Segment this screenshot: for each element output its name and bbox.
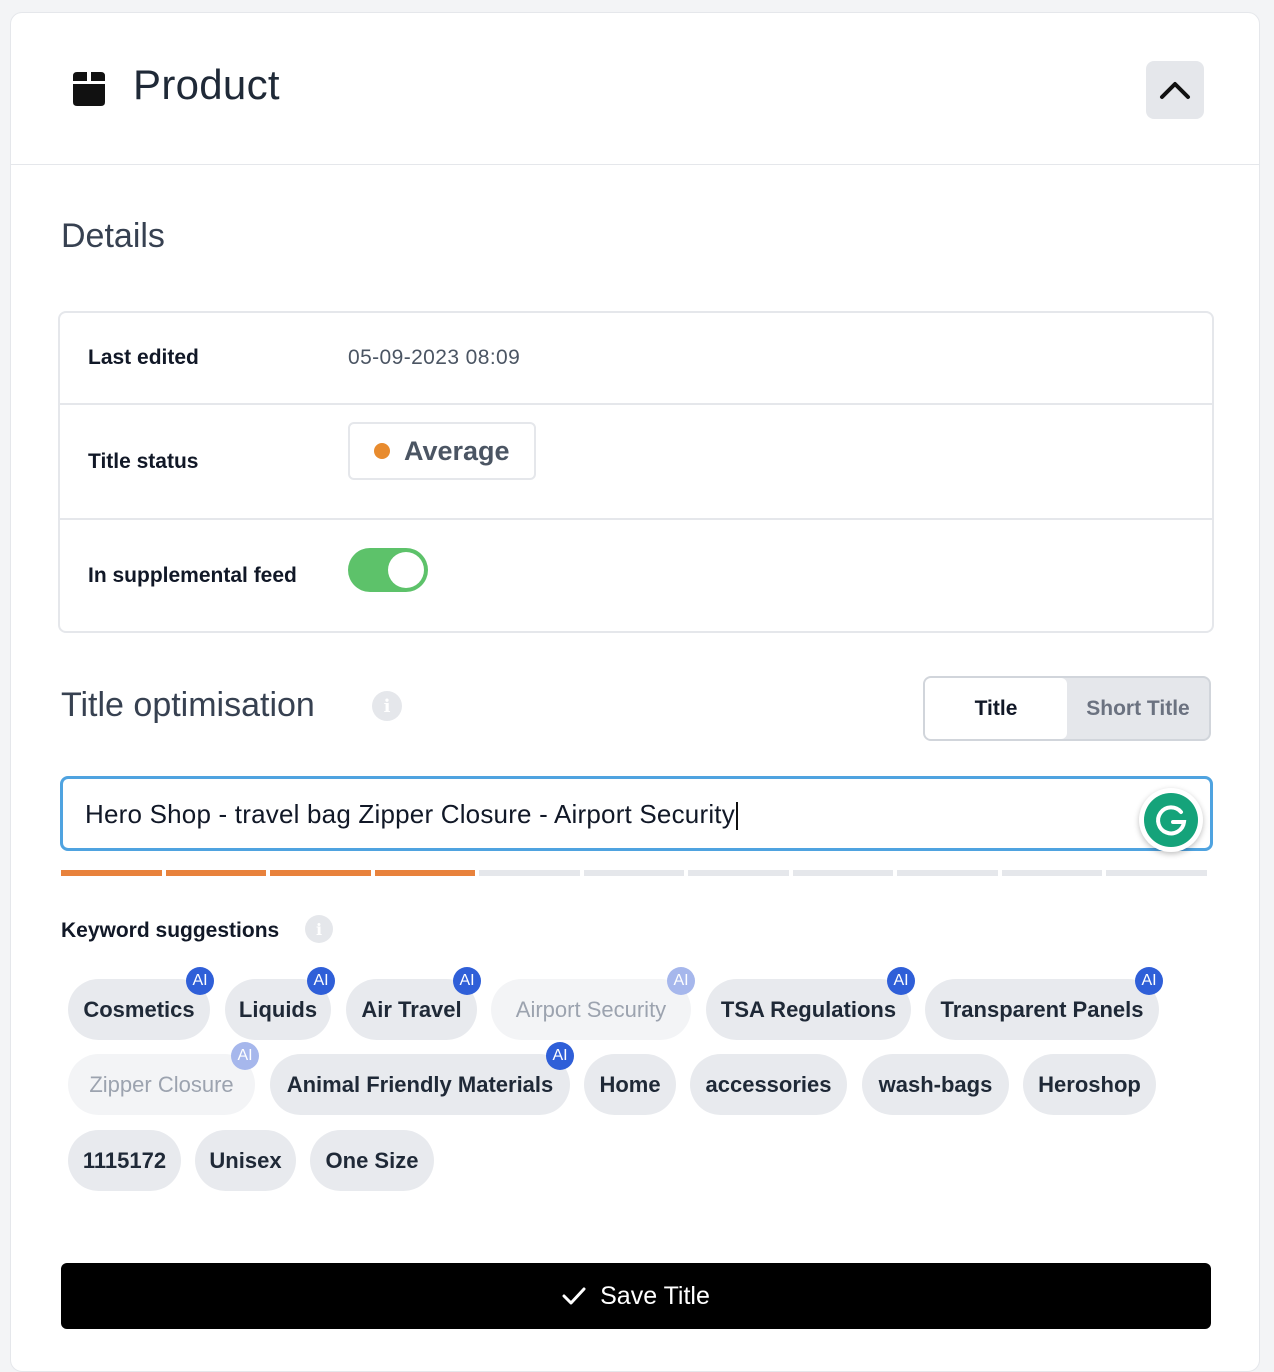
progress-segment xyxy=(792,870,894,876)
tab-short-title[interactable]: Short Title xyxy=(1067,678,1209,739)
check-icon xyxy=(562,1287,586,1305)
ai-badge: AI xyxy=(546,1042,574,1070)
card-header: Product xyxy=(11,13,1259,165)
ai-badge: AI xyxy=(667,967,695,995)
keyword-chip-label: Animal Friendly Materials xyxy=(286,1071,554,1097)
last-edited-value: 05-09-2023 08:09 xyxy=(348,346,521,369)
progress-segment xyxy=(374,870,476,876)
ai-badge: AI xyxy=(186,967,214,995)
progress-segment xyxy=(479,870,580,876)
ai-badge: AI xyxy=(307,967,335,995)
ai-badge: AI xyxy=(453,967,481,995)
keyword-chip-label: Unisex xyxy=(209,1147,282,1173)
progress-segment xyxy=(165,870,267,876)
keyword-chip-label: Cosmetics xyxy=(83,996,195,1022)
title-type-tabs: Title Short Title xyxy=(923,676,1211,741)
keyword-chip-label: 1115172 xyxy=(82,1147,167,1173)
text-caret xyxy=(735,802,738,831)
keyword-chip[interactable]: Heroshop xyxy=(1023,1054,1156,1115)
keyword-chip[interactable]: Animal Friendly Materials AI xyxy=(270,1042,574,1115)
title-input-field[interactable]: Hero Shop - travel bag Zipper Closure - … xyxy=(60,776,1213,851)
progress-segment xyxy=(61,870,162,876)
collapse-button[interactable] xyxy=(1146,61,1204,119)
keyword-chip-label: TSA Regulations xyxy=(720,996,897,1022)
keyword-chip-label: Transparent Panels xyxy=(940,996,1144,1022)
keyword-info-icon[interactable]: i xyxy=(305,915,333,943)
ai-badge: AI xyxy=(1135,967,1163,995)
status-dot xyxy=(374,443,390,459)
keyword-chip-label: Airport Security xyxy=(515,996,667,1022)
keyword-chip[interactable]: Zipper Closure AI xyxy=(68,1042,259,1115)
keyword-chip[interactable]: wash-bags xyxy=(862,1054,1009,1115)
ai-badge: AI xyxy=(231,1042,259,1070)
keyword-chip-label: wash-bags xyxy=(878,1071,993,1097)
save-title-label: Save Title xyxy=(600,1281,710,1310)
keyword-chip[interactable]: Airport Security AI xyxy=(491,967,695,1040)
progress-segment xyxy=(897,870,998,876)
supplemental-row: In supplemental feed xyxy=(60,520,1212,631)
supplemental-toggle[interactable] xyxy=(348,548,428,592)
keyword-chip[interactable]: Air Travel AI xyxy=(346,967,481,1040)
keyword-suggestions-label: Keyword suggestions xyxy=(61,919,280,942)
keyword-chip[interactable]: accessories xyxy=(690,1054,847,1115)
keyword-chip-label: Heroshop xyxy=(1038,1071,1141,1097)
keyword-chip[interactable]: TSA Regulations AI xyxy=(706,967,915,1040)
last-edited-label: Last edited xyxy=(88,346,199,369)
title-input-text: Hero Shop - travel bag Zipper Closure - … xyxy=(85,799,735,829)
keyword-chip-label: Air Travel xyxy=(361,996,462,1022)
keyword-chip-label: Home xyxy=(599,1071,661,1097)
info-icon[interactable]: i xyxy=(372,691,402,721)
title-quality-bar xyxy=(61,870,1208,876)
progress-segment xyxy=(1001,870,1103,876)
progress-segment xyxy=(270,870,371,876)
keyword-chip[interactable]: Home xyxy=(584,1054,676,1115)
last-edited-row: Last edited 05-09-2023 08:09 xyxy=(60,313,1212,405)
save-title-button[interactable]: Save Title xyxy=(61,1263,1211,1329)
status-badge: Average xyxy=(348,422,536,480)
keyword-chip-label: Liquids xyxy=(238,996,318,1022)
details-table: Last edited 05-09-2023 08:09 Title statu… xyxy=(58,311,1214,633)
progress-segment xyxy=(1106,870,1208,876)
keyword-chip-label: One Size xyxy=(325,1147,419,1173)
keyword-chip[interactable]: One Size xyxy=(310,1130,434,1191)
progress-segment xyxy=(688,870,789,876)
grammarly-icon xyxy=(1144,793,1198,847)
keyword-chip[interactable]: Unisex xyxy=(195,1130,296,1191)
title-optimisation-heading: Title optimisation xyxy=(61,686,315,724)
grammarly-button[interactable] xyxy=(1139,788,1203,852)
ai-badge: AI xyxy=(887,967,915,995)
keyword-chip[interactable]: Cosmetics AI xyxy=(68,967,214,1040)
title-status-label: Title status xyxy=(88,450,199,473)
keyword-chip[interactable]: Transparent Panels AI xyxy=(925,967,1163,1040)
page-title: Product xyxy=(133,61,280,108)
chevron-up-icon xyxy=(1160,82,1190,99)
progress-segment xyxy=(583,870,685,876)
product-card: Product Details Last edited 05-09-2023 0… xyxy=(10,12,1260,1372)
supplemental-label: In supplemental feed xyxy=(88,564,297,587)
keyword-chip[interactable]: 1115172 xyxy=(68,1130,181,1191)
keyword-chip[interactable]: Liquids AI xyxy=(225,967,335,1040)
tab-title[interactable]: Title xyxy=(925,678,1067,739)
title-status-row: Title status Average xyxy=(60,405,1212,520)
status-text: Average xyxy=(404,435,510,466)
keyword-chip-label: Zipper Closure xyxy=(89,1071,234,1097)
details-heading: Details xyxy=(61,217,165,255)
toggle-knob xyxy=(388,552,424,588)
box-icon xyxy=(73,72,105,106)
keyword-chip-label: accessories xyxy=(705,1071,832,1097)
